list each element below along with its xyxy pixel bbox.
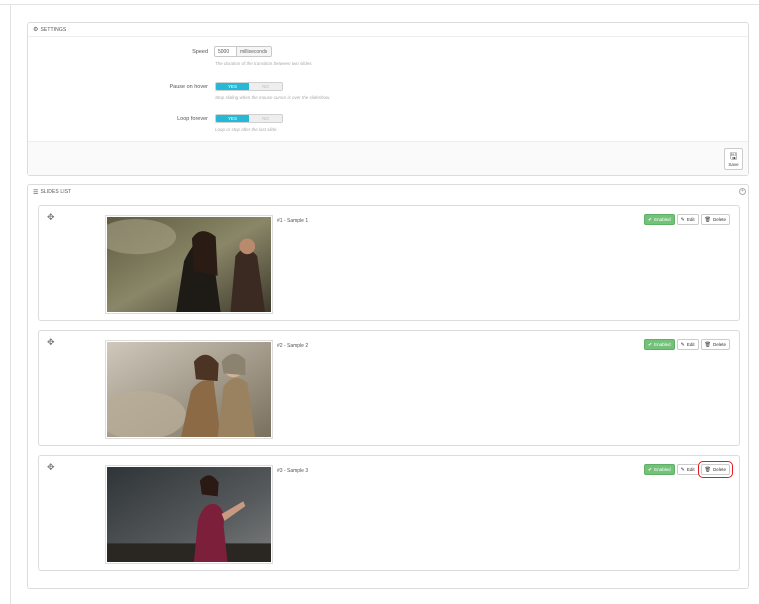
slide-actions: ✔ Enabled ✎ Edit 🗑 Delete (643, 461, 734, 478)
speed-input-group[interactable]: 5000 milliseconds (214, 46, 272, 57)
check-icon: ✔ (647, 216, 653, 223)
enabled-button[interactable]: ✔ Enabled (643, 339, 675, 350)
slide-title: #3 - Sample 3 (277, 468, 309, 474)
delete-button[interactable]: 🗑 Delete (697, 461, 734, 478)
pencil-icon: ✎ (680, 216, 685, 223)
floppy-disk-icon: 🖫 (729, 150, 738, 161)
settings-title: SETTINGS (40, 26, 67, 33)
loop-no-option[interactable]: NO (249, 115, 282, 122)
settings-footer: 🖫 Save (28, 141, 748, 175)
drag-handle-icon[interactable]: ✥ (47, 337, 55, 348)
edit-button[interactable]: ✎ Edit (676, 214, 699, 225)
slide-title: #2 - Sample 2 (277, 343, 309, 349)
pause-no-option[interactable]: NO (249, 83, 282, 90)
slide-image (107, 467, 271, 562)
delete-button[interactable]: 🗑 Delete (700, 339, 730, 350)
drag-handle-icon[interactable]: ✥ (47, 462, 55, 473)
slide-thumbnail (97, 340, 273, 440)
add-slide-icon[interactable]: + (739, 188, 746, 195)
check-icon: ✔ (647, 341, 653, 348)
slide-item: ✥ #2 - Sample 2 ✔ Enabled ✎ Edit 🗑 Delete (38, 330, 740, 446)
slide-actions: ✔ Enabled ✎ Edit 🗑 Delete (643, 339, 730, 350)
loop-label: Loop forever (177, 116, 208, 122)
settings-header: ⚙ SETTINGS (28, 23, 748, 37)
edit-button[interactable]: ✎ Edit (676, 464, 699, 475)
cogs-icon: ⚙ (33, 27, 39, 33)
enabled-button[interactable]: ✔ Enabled (643, 214, 675, 225)
slide-image (97, 217, 271, 312)
left-divider (10, 4, 11, 604)
trash-icon: 🗑 (704, 341, 711, 348)
slide-thumbnail (97, 215, 273, 314)
check-icon: ✔ (647, 466, 653, 473)
speed-unit: milliseconds (237, 47, 271, 56)
slides-list-header: ☰ SLIDES LIST (28, 185, 748, 199)
top-divider (0, 4, 759, 5)
slide-item: ✥ #1 - Sample 1 ✔ Enabled ✎ Edit 🗑 Delete (38, 205, 740, 321)
slide-title: #1 - Sample 1 (277, 218, 309, 224)
settings-panel: ⚙ SETTINGS Speed 5000 milliseconds The d… (27, 22, 749, 176)
slides-list-title: SLIDES LIST (40, 189, 72, 195)
speed-help: The duration of the transition between t… (215, 61, 313, 66)
pencil-icon: ✎ (680, 341, 685, 348)
pause-label: Pause on hover (169, 84, 208, 90)
pause-switch[interactable]: YES NO (215, 82, 283, 91)
list-icon: ☰ (33, 189, 39, 196)
loop-help: Loop or stop after the last slide. (215, 127, 278, 132)
save-button[interactable]: 🖫 Save (724, 148, 743, 170)
slide-thumbnail (105, 465, 273, 564)
loop-yes-option[interactable]: YES (216, 115, 249, 122)
delete-button[interactable]: 🗑 Delete (700, 214, 730, 225)
slide-item: ✥ #3 - Sample 3 ✔ Enabled ✎ Edit 🗑 Delete (38, 455, 740, 571)
trash-icon: 🗑 (704, 216, 711, 223)
trash-icon: 🗑 (704, 466, 711, 473)
slide-image (97, 342, 271, 440)
save-label: Save (728, 161, 739, 167)
pause-yes-option[interactable]: YES (216, 83, 249, 90)
pencil-icon: ✎ (680, 466, 685, 473)
drag-handle-icon[interactable]: ✥ (47, 212, 55, 223)
enabled-button[interactable]: ✔ Enabled (643, 464, 675, 475)
speed-input[interactable]: 5000 (215, 47, 237, 56)
slide-actions: ✔ Enabled ✎ Edit 🗑 Delete (643, 214, 730, 225)
loop-switch[interactable]: YES NO (215, 114, 283, 123)
edit-button[interactable]: ✎ Edit (676, 339, 699, 350)
speed-label: Speed (192, 49, 208, 55)
pause-help: Stop sliding when the mouse cursor is ov… (215, 95, 331, 100)
